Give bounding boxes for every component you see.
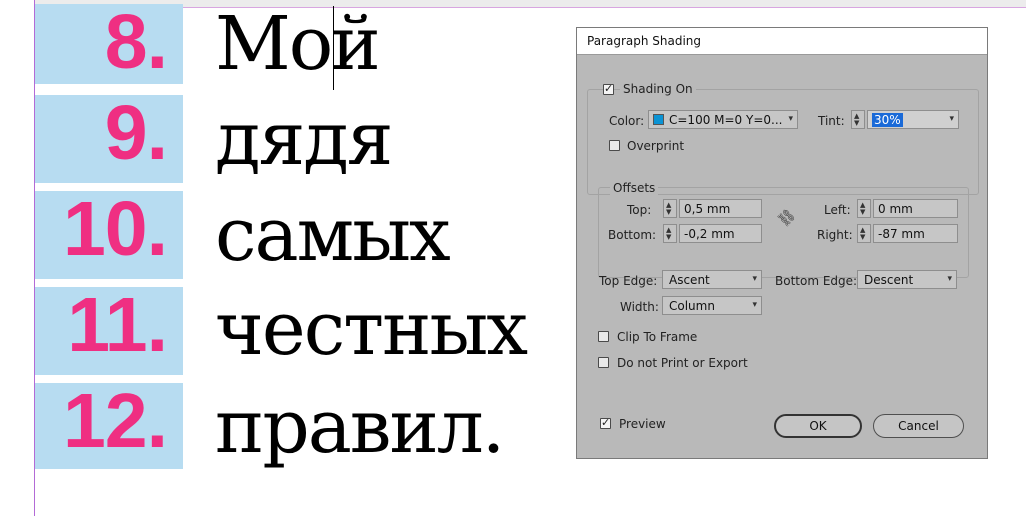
top-offset-stepper[interactable]: ▲ ▼ [663, 199, 677, 218]
ok-button[interactable]: OK [774, 414, 862, 438]
chevron-down-icon: ▾ [752, 300, 757, 310]
width-value: Column [669, 299, 715, 313]
right-offset-stepper[interactable]: ▲ ▼ [857, 224, 871, 243]
left-offset-label: Left: [824, 203, 851, 217]
do-not-print-label: Do not Print or Export [617, 356, 748, 370]
down-arrow-icon: ▼ [666, 208, 672, 216]
down-arrow-icon: ▼ [666, 233, 672, 241]
preview-checkbox[interactable] [600, 416, 611, 430]
paragraph-text[interactable]: честных [215, 291, 528, 367]
chevron-down-icon: ▾ [752, 274, 757, 284]
dialog-titlebar[interactable]: Paragraph Shading [577, 28, 987, 55]
offsets-legend: Offsets [610, 181, 659, 195]
right-offset-label: Right: [817, 228, 853, 242]
bottom-edge-label: Bottom Edge: [775, 274, 858, 288]
shading-on-label: Shading On [620, 82, 696, 96]
clip-to-frame-label: Clip To Frame [617, 330, 698, 344]
overprint-checkbox[interactable] [609, 140, 620, 151]
color-label: Color: [609, 114, 645, 128]
list-number: 12. [35, 383, 183, 469]
list-number: 10. [35, 191, 183, 279]
preview-label: Preview [619, 417, 666, 431]
down-arrow-icon: ▼ [854, 119, 860, 127]
list-number: 11. [35, 287, 183, 375]
shading-on-checkbox[interactable] [603, 82, 614, 96]
right-offset-input[interactable] [874, 225, 957, 242]
left-offset-input[interactable] [874, 200, 957, 217]
top-edge-label: Top Edge: [599, 274, 658, 288]
color-swatch [653, 114, 664, 125]
top-edge-value: Ascent [669, 273, 710, 287]
color-value: C=100 M=0 Y=0... [669, 113, 783, 127]
overprint-label: Overprint [627, 139, 685, 153]
bottom-offset-field[interactable] [679, 224, 762, 243]
bottom-edge-select[interactable]: Descent ▾ [857, 270, 957, 289]
chevron-down-icon: ▾ [949, 114, 954, 124]
clip-to-frame-checkbox[interactable] [598, 331, 609, 342]
right-offset-field[interactable] [873, 224, 958, 243]
paragraph-text[interactable]: Мой [215, 6, 381, 82]
paragraph-text[interactable]: дядя [215, 101, 393, 177]
top-offset-field[interactable] [679, 199, 762, 218]
bottom-edge-value: Descent [864, 273, 914, 287]
left-offset-field[interactable] [873, 199, 958, 218]
paragraph-text[interactable]: самых [215, 197, 451, 273]
down-arrow-icon: ▼ [860, 233, 866, 241]
tint-label: Tint: [818, 114, 845, 128]
tint-input[interactable]: 30% ▾ [867, 110, 959, 129]
do-not-print-checkbox[interactable] [598, 357, 609, 368]
down-arrow-icon: ▼ [860, 208, 866, 216]
paragraph-shading-dialog: Paragraph Shading Shading On Color: C=10… [576, 27, 988, 459]
list-number: 8. [35, 4, 183, 84]
dialog-title: Paragraph Shading [587, 34, 702, 48]
chevron-down-icon: ▾ [788, 114, 793, 124]
top-offset-label: Top: [627, 203, 652, 217]
list-number: 9. [35, 95, 183, 183]
top-edge-select[interactable]: Ascent ▾ [662, 270, 762, 289]
cancel-button[interactable]: Cancel [873, 414, 964, 438]
chevron-down-icon: ▾ [947, 274, 952, 284]
left-offset-stepper[interactable]: ▲ ▼ [857, 199, 871, 218]
tint-stepper[interactable]: ▲ ▼ [851, 110, 865, 129]
width-label: Width: [620, 300, 659, 314]
paragraph-text[interactable]: правил. [215, 389, 505, 465]
top-offset-input[interactable] [680, 200, 761, 217]
width-select[interactable]: Column ▾ [662, 296, 762, 315]
color-select[interactable]: C=100 M=0 Y=0... ▾ [648, 110, 798, 129]
bottom-offset-label: Bottom: [608, 228, 657, 242]
bottom-offset-stepper[interactable]: ▲ ▼ [663, 224, 677, 243]
text-cursor [333, 6, 334, 90]
bottom-offset-input[interactable] [680, 225, 761, 242]
tint-value: 30% [872, 113, 903, 127]
